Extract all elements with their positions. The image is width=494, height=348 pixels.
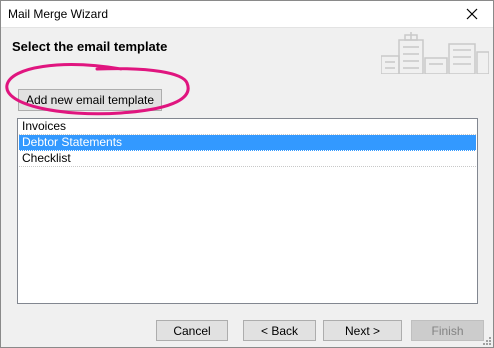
back-button[interactable]: < Back xyxy=(243,320,316,341)
city-buildings-icon xyxy=(381,32,489,74)
next-button[interactable]: Next > xyxy=(323,320,402,341)
wizard-header: Select the email template xyxy=(1,27,493,76)
window-title: Mail Merge Wizard xyxy=(8,7,109,21)
email-template-list[interactable]: Invoices Debtor Statements Checklist xyxy=(17,118,478,304)
cancel-button[interactable]: Cancel xyxy=(156,320,228,341)
mail-merge-wizard-window: Mail Merge Wizard Select the email templ… xyxy=(0,0,494,348)
list-item-invoices[interactable]: Invoices xyxy=(19,119,476,135)
list-item-debtor-statements[interactable]: Debtor Statements xyxy=(19,135,476,151)
page-title: Select the email template xyxy=(12,39,168,54)
finish-button[interactable]: Finish xyxy=(411,320,484,341)
list-item-checklist[interactable]: Checklist xyxy=(19,151,476,167)
resize-grip-icon[interactable] xyxy=(480,334,492,346)
title-bar: Mail Merge Wizard xyxy=(1,1,493,27)
close-icon[interactable] xyxy=(462,4,482,24)
add-email-template-button[interactable]: Add new email template xyxy=(18,89,162,111)
